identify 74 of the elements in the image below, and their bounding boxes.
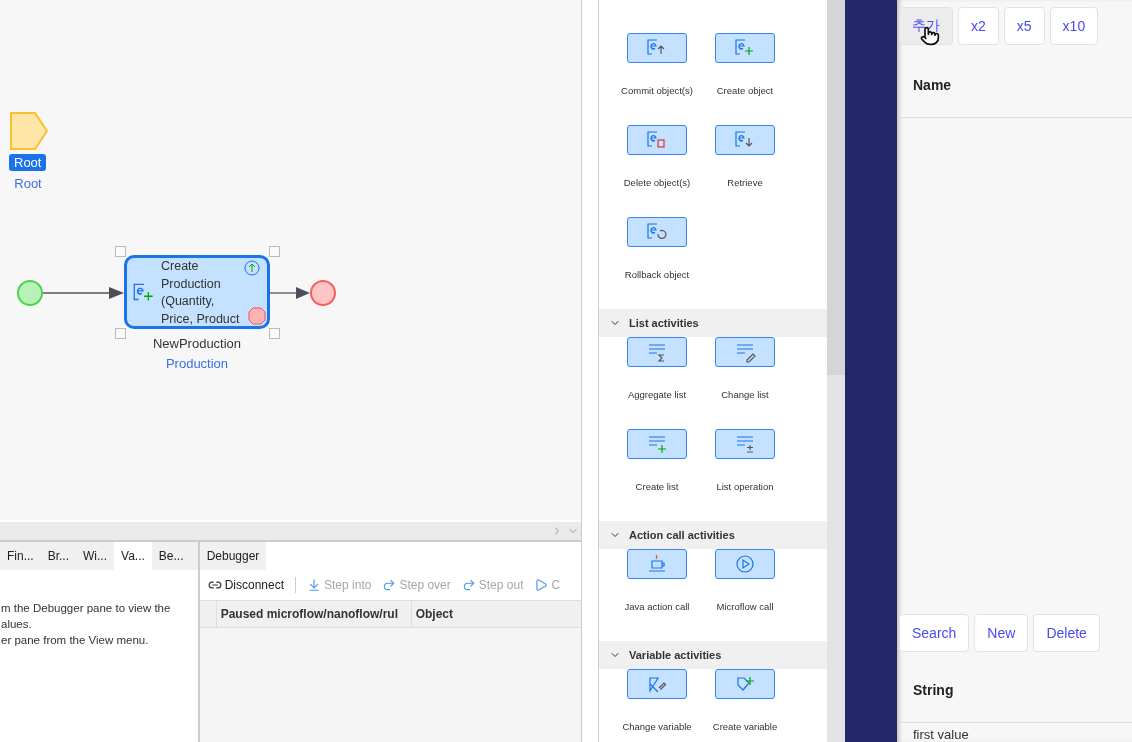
activity-caption: Create Production (Quantity, Price, Product — [161, 258, 241, 328]
selection-handle[interactable] — [115, 246, 126, 257]
toolbox-label: Aggregate list — [627, 389, 687, 400]
toolbar-button[interactable]: Disconnect — [207, 578, 285, 592]
create-object-activity[interactable]: Create Production (Quantity, Price, Product — [124, 255, 270, 329]
help-text: alues. — [1, 617, 33, 632]
toolbox-tile[interactable] — [627, 33, 687, 63]
selection-handle[interactable] — [115, 328, 126, 339]
toolbox-label: Commit object(s) — [621, 85, 693, 96]
start-event[interactable] — [17, 280, 43, 306]
help-text: er pane from the View menu. — [1, 633, 150, 648]
toolbox-tile[interactable] — [715, 669, 775, 699]
add-button[interactable]: 추가 — [899, 7, 953, 45]
vertical-scrollbar[interactable] — [827, 0, 845, 742]
pane-tab[interactable]: Br... — [40, 542, 76, 570]
toolbox-label: Change list — [721, 389, 769, 400]
arrow-down-icon — [307, 578, 322, 592]
annotation-caption: Root — [14, 176, 42, 191]
toolbox-label: List operation — [716, 481, 774, 492]
output-variable-type: Production — [165, 356, 229, 371]
toolbox-tile[interactable] — [715, 33, 775, 63]
selection-handle[interactable] — [269, 328, 280, 339]
output-variable-name: NewProduction — [152, 336, 242, 351]
add-button[interactable]: x10 — [1049, 7, 1099, 45]
action-button[interactable]: New — [974, 614, 1029, 652]
add-button[interactable]: x5 — [1003, 7, 1045, 45]
toolbox-label: Create variable — [712, 721, 778, 732]
pane-tab[interactable]: Be... — [151, 542, 191, 570]
toolbox-label: Rollback object — [624, 269, 690, 280]
pane-tab[interactable]: Fin... — [0, 542, 41, 570]
column-header: Name — [899, 53, 1132, 118]
toolbox-tile[interactable] — [627, 429, 687, 459]
toolbox-label: Delete object(s) — [623, 177, 691, 188]
annotation-badge: Root — [9, 154, 47, 171]
toolbox-tile[interactable] — [627, 125, 687, 155]
pane-tab[interactable]: Va... — [114, 542, 152, 570]
help-text: m the Debugger pane to view the — [1, 601, 172, 616]
toolbox-tile[interactable] — [627, 549, 687, 579]
section-header[interactable]: Action call activities — [599, 521, 827, 549]
toolbox-label: Create object — [716, 85, 774, 96]
column-header[interactable]: Object — [410, 601, 580, 627]
toolbox-tile[interactable] — [627, 337, 687, 367]
toolbox-label: Create list — [635, 481, 679, 492]
toolbox-tile[interactable] — [715, 337, 775, 367]
play-icon — [534, 578, 549, 592]
action-button[interactable]: Search — [899, 614, 970, 652]
toolbox-label: Change variable — [622, 721, 692, 732]
error-octagon-icon — [248, 307, 266, 325]
redo-arrow-icon — [382, 578, 397, 592]
horizontal-scrollbar[interactable] — [0, 520, 581, 540]
link-icon — [207, 578, 222, 592]
toolbox-label: Java action call — [624, 601, 690, 612]
toolbox-tile[interactable] — [627, 217, 687, 247]
end-event[interactable] — [310, 280, 336, 306]
arrow-up-circle-icon — [244, 260, 260, 276]
action-button[interactable]: Delete — [1033, 614, 1100, 652]
section-header[interactable]: Variable activities — [599, 641, 827, 669]
toolbox-tile[interactable] — [715, 429, 775, 459]
toolbox-label: Retrieve — [727, 177, 763, 188]
toolbox-tile[interactable] — [715, 549, 775, 579]
flow-arrow — [270, 286, 310, 300]
add-button[interactable]: x2 — [958, 7, 999, 45]
column-header: String — [899, 658, 1132, 723]
toolbox-label: Microflow call — [716, 601, 774, 612]
annotation-icon — [10, 112, 49, 151]
pane-tab[interactable]: Wi... — [76, 542, 114, 570]
pane-tab[interactable]: Debugger — [199, 542, 267, 570]
selection-handle[interactable] — [269, 246, 280, 257]
toolbox-tile[interactable] — [627, 669, 687, 699]
redo-arrow-icon — [461, 578, 476, 592]
toolbox-tile[interactable] — [715, 125, 775, 155]
table-cell-text: first value — [912, 726, 970, 742]
column-header[interactable]: Paused microflow/nanoflow/rul — [215, 601, 411, 627]
section-header[interactable]: List activities — [599, 309, 827, 337]
